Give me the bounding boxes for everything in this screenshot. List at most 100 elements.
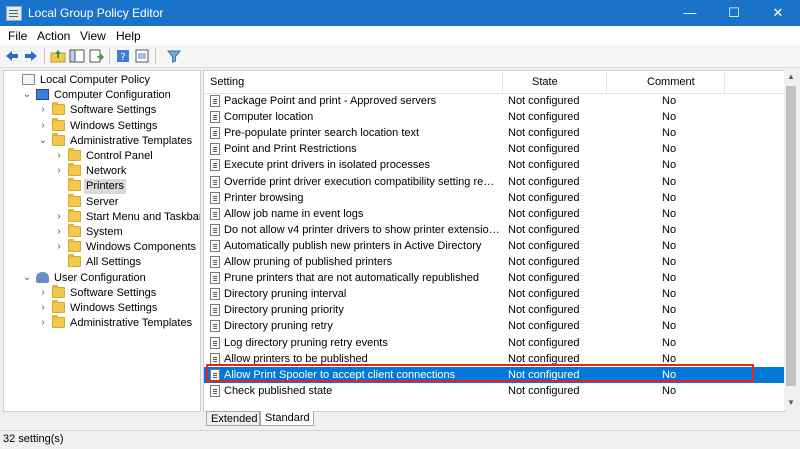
setting-name: Allow job name in event logs bbox=[224, 207, 364, 220]
chevron-right-icon[interactable]: › bbox=[54, 226, 64, 238]
table-row[interactable]: Allow job name in event logs Not configur… bbox=[204, 206, 785, 222]
chevron-down-icon[interactable]: ⌄ bbox=[22, 272, 32, 284]
table-row[interactable]: Override print driver execution compatib… bbox=[204, 174, 785, 190]
chevron-down-icon[interactable]: ⌄ bbox=[38, 135, 48, 147]
folder-icon bbox=[52, 132, 65, 146]
table-row[interactable]: Point and Print Restrictions Not configur… bbox=[204, 141, 785, 157]
tree-item[interactable]: ⌄ User Configuration bbox=[4, 271, 200, 286]
tab-standard[interactable]: Standard bbox=[260, 411, 314, 426]
column-header-setting[interactable]: Setting bbox=[210, 71, 244, 93]
setting-comment: No bbox=[662, 368, 677, 381]
filter-icon[interactable] bbox=[166, 48, 182, 64]
tree-item[interactable]: › System bbox=[4, 224, 200, 240]
tree-item-label: Software Settings bbox=[70, 104, 157, 117]
setting-comment: No bbox=[662, 272, 677, 285]
column-divider[interactable] bbox=[724, 71, 725, 93]
scroll-down-arrow-icon[interactable]: ▼ bbox=[784, 396, 798, 410]
folder-icon bbox=[52, 117, 65, 131]
tree-item[interactable]: ⌄ Computer Configuration bbox=[4, 88, 200, 103]
column-header-state[interactable]: State bbox=[532, 71, 558, 93]
chevron-right-icon[interactable]: › bbox=[38, 317, 48, 329]
table-row[interactable]: Directory pruning retry Not configured No bbox=[204, 318, 785, 334]
properties-icon[interactable] bbox=[134, 48, 150, 64]
status-text: 32 setting(s) bbox=[3, 433, 64, 445]
chevron-right-icon[interactable]: › bbox=[54, 150, 64, 162]
setting-name: Point and Print Restrictions bbox=[224, 143, 357, 156]
table-row[interactable]: Directory pruning priority Not configured… bbox=[204, 302, 785, 318]
back-icon[interactable] bbox=[4, 48, 20, 64]
folder-icon bbox=[52, 284, 65, 298]
forward-icon[interactable] bbox=[23, 48, 39, 64]
folder-icon bbox=[68, 178, 81, 192]
column-divider[interactable] bbox=[606, 71, 607, 93]
tree-item[interactable]: › Administrative Templates bbox=[4, 315, 200, 331]
toolbar: ? bbox=[0, 45, 800, 68]
table-row[interactable]: Directory pruning interval Not configured… bbox=[204, 286, 785, 302]
tree-item[interactable]: › Windows Settings bbox=[4, 300, 200, 316]
tree-item[interactable]: › Control Panel bbox=[4, 148, 200, 164]
tree-item[interactable]: Server bbox=[4, 193, 200, 210]
tree-item-label: Administrative Templates bbox=[70, 134, 193, 147]
folder-icon bbox=[68, 239, 81, 253]
tree-item[interactable]: › Windows Settings bbox=[4, 117, 200, 134]
scroll-up-arrow-icon[interactable]: ▲ bbox=[784, 70, 798, 84]
chevron-right-icon[interactable]: › bbox=[38, 120, 48, 132]
table-row[interactable]: Allow pruning of published printers Not c… bbox=[204, 254, 785, 270]
chevron-right-icon[interactable]: › bbox=[38, 302, 48, 314]
tree-item-label: All Settings bbox=[86, 256, 142, 269]
table-row[interactable]: Automatically publish new printers in Ac… bbox=[204, 238, 785, 254]
chevron-right-icon[interactable]: › bbox=[54, 211, 64, 223]
tree-item[interactable]: › Software Settings bbox=[4, 102, 200, 118]
tree-item[interactable]: All Settings bbox=[4, 254, 200, 270]
setting-comment: No bbox=[662, 175, 677, 188]
setting-comment: No bbox=[662, 336, 677, 349]
table-row[interactable]: Prune printers that are not automaticall… bbox=[204, 270, 785, 286]
table-row[interactable]: Check published state Not configured No bbox=[204, 383, 785, 399]
table-row[interactable]: Computer location Not configured No bbox=[204, 109, 785, 125]
table-row[interactable]: Allow Print Spooler to accept client con… bbox=[204, 366, 785, 383]
setting-state: Not configured bbox=[508, 127, 580, 140]
tree-item[interactable]: › Software Settings bbox=[4, 284, 200, 301]
chevron-down-icon[interactable]: ⌄ bbox=[22, 89, 32, 101]
window-title: Local Group Policy Editor bbox=[28, 6, 164, 20]
table-row[interactable]: Printer browsing Not configured No bbox=[204, 190, 785, 206]
up-folder-icon[interactable] bbox=[50, 48, 66, 64]
maximize-button[interactable]: ☐ bbox=[712, 0, 756, 26]
table-row[interactable]: Package Point and print - Approved serve… bbox=[204, 93, 785, 109]
table-row[interactable]: Execute print drivers in isolated proces… bbox=[204, 157, 785, 173]
chevron-right-icon[interactable]: › bbox=[54, 241, 64, 253]
chevron-right-icon[interactable]: › bbox=[38, 104, 48, 116]
tree-item[interactable]: Local Computer Policy bbox=[4, 73, 200, 88]
tree-item-label: Start Menu and Taskbar bbox=[86, 210, 201, 223]
menu-action[interactable]: Action bbox=[37, 29, 70, 43]
column-header-comment[interactable]: Comment bbox=[647, 71, 695, 93]
show-hide-tree-icon[interactable] bbox=[69, 48, 85, 64]
scroll-thumb[interactable] bbox=[786, 86, 796, 386]
minimize-button[interactable]: — bbox=[668, 0, 712, 26]
tree-item[interactable]: › Start Menu and Taskbar bbox=[4, 208, 201, 225]
policy-setting-icon bbox=[210, 191, 220, 204]
help-icon[interactable]: ? bbox=[115, 48, 131, 64]
table-row[interactable]: Pre-populate printer search location tex… bbox=[204, 125, 785, 141]
menu-file[interactable]: File bbox=[8, 29, 27, 43]
setting-name: Automatically publish new printers in Ac… bbox=[224, 239, 482, 252]
table-row[interactable]: Log directory pruning retry events Not co… bbox=[204, 335, 785, 351]
menu-view[interactable]: View bbox=[80, 29, 106, 43]
tab-extended[interactable]: Extended bbox=[206, 411, 260, 426]
export-list-icon[interactable] bbox=[88, 48, 104, 64]
table-row[interactable]: Do not allow v4 printer drivers to show … bbox=[204, 222, 785, 238]
vertical-scrollbar[interactable]: ▲ ▼ bbox=[784, 70, 798, 410]
table-row[interactable]: Allow printers to be published Not config… bbox=[204, 351, 785, 367]
column-divider[interactable] bbox=[502, 71, 503, 93]
close-button[interactable]: ✕ bbox=[756, 0, 800, 26]
chevron-right-icon[interactable]: › bbox=[38, 287, 48, 299]
folder-icon bbox=[68, 208, 81, 222]
tree-item[interactable]: › Network bbox=[4, 163, 200, 179]
tree-item[interactable]: › Windows Components bbox=[4, 239, 200, 255]
chevron-right-icon[interactable]: › bbox=[54, 165, 64, 177]
tree-item[interactable]: ⌄ Administrative Templates bbox=[4, 132, 200, 149]
policy-setting-icon bbox=[210, 223, 220, 236]
menu-help[interactable]: Help bbox=[116, 29, 141, 43]
tree-item[interactable]: Printers bbox=[4, 178, 200, 195]
policy-setting-icon bbox=[210, 111, 220, 124]
